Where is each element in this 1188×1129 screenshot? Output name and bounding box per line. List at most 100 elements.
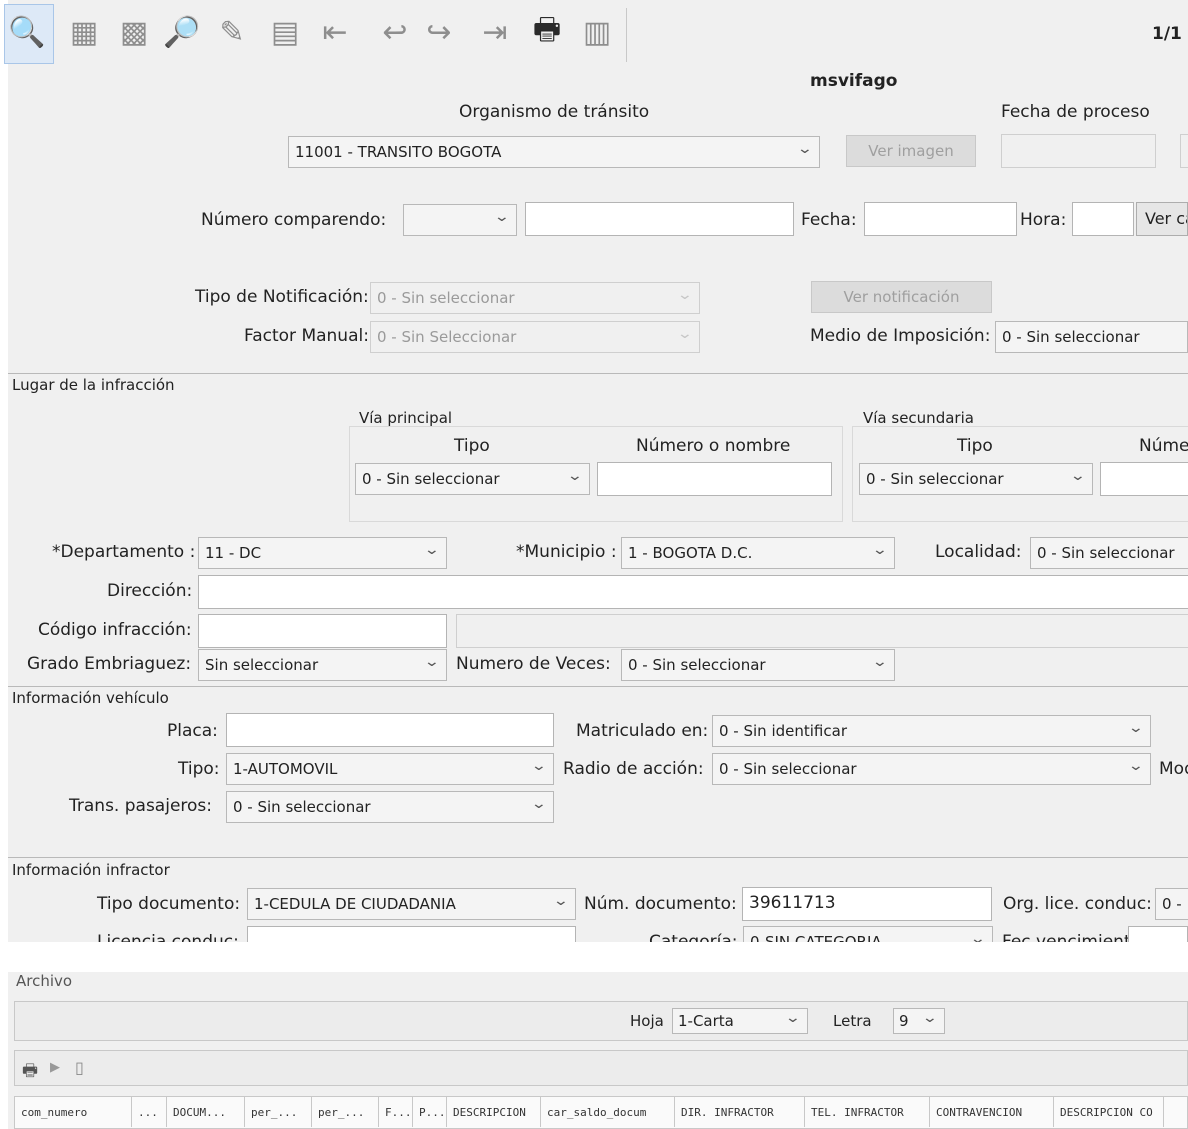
- via-secundaria-tipo-select[interactable]: 0 - Sin seleccionar ⌄: [859, 463, 1093, 495]
- tipo-documento-select[interactable]: 1-CEDULA DE CIUDADANIA ⌄: [247, 888, 576, 920]
- grado-embriaguez-label: Grado Embriaguez:: [27, 654, 192, 674]
- medio-imposicion-select[interactable]: 0 - Sin seleccionar: [995, 321, 1188, 353]
- numero-comparendo-input[interactable]: [525, 202, 794, 236]
- ver-comparendo-button[interactable]: Ver ca: [1136, 202, 1188, 236]
- chevron-down-icon: ⌄: [921, 1010, 939, 1026]
- codigo-infraccion-input[interactable]: [198, 614, 447, 648]
- fecha-proceso-field[interactable]: [1001, 134, 1156, 168]
- localidad-select[interactable]: 0 - Sin seleccionar: [1030, 537, 1188, 569]
- placa-label: Placa:: [167, 721, 218, 741]
- first-icon[interactable]: ⇤: [318, 12, 352, 52]
- search-doc-icon[interactable]: 🔎: [163, 12, 200, 52]
- grid-column-header[interactable]: F...: [379, 1097, 413, 1127]
- comparendo-prefix-select[interactable]: ⌄: [403, 204, 517, 236]
- last-icon[interactable]: ⇥: [478, 12, 512, 52]
- play-icon[interactable]: ▶: [50, 1060, 60, 1075]
- fecha-input[interactable]: [864, 202, 1017, 236]
- letra-select[interactable]: 9 ⌄: [893, 1008, 945, 1034]
- list-icon[interactable]: ▤: [268, 12, 302, 52]
- next-icon[interactable]: ↪: [422, 12, 456, 52]
- grid-column-header[interactable]: per_...: [245, 1097, 312, 1127]
- ver-imagen-button[interactable]: Ver imagen: [846, 135, 976, 167]
- grid-column-header[interactable]: DIR. INFRACTOR: [675, 1097, 805, 1127]
- chevron-down-icon: ⌄: [530, 758, 548, 774]
- tipo-notificacion-select[interactable]: 0 - Sin seleccionar ⌄: [370, 282, 700, 314]
- via-principal-numero-input[interactable]: [597, 462, 832, 496]
- placa-input[interactable]: [226, 713, 554, 747]
- matriculado-value: 0 - Sin identificar: [719, 722, 847, 740]
- num-documento-input[interactable]: 39611713: [742, 887, 992, 921]
- letra-value: 9: [899, 1012, 909, 1030]
- numero-veces-value: 0 - Sin seleccionar: [628, 656, 766, 674]
- fec-vencimiento-label: Fec vencimiento:: [1002, 932, 1147, 942]
- municipio-select[interactable]: 1 - BOGOTA D.C. ⌄: [621, 537, 895, 569]
- departamento-select[interactable]: 11 - DC ⌄: [198, 537, 447, 569]
- factor-manual-select[interactable]: 0 - Sin Seleccionar ⌄: [370, 321, 700, 353]
- via-secundaria-numero-label: Núme: [1139, 436, 1188, 456]
- printer-icon[interactable]: 🖶: [22, 1058, 38, 1087]
- tipo-documento-label: Tipo documento:: [97, 894, 241, 914]
- grid-column-header[interactable]: car_saldo_docum: [541, 1097, 675, 1127]
- toolbar-divider: [626, 8, 627, 62]
- grid-column-header[interactable]: CONTRAVENCION: [930, 1097, 1054, 1127]
- grid-column-header[interactable]: per_...: [312, 1097, 379, 1127]
- grid-column-header[interactable]: DOCUM...: [167, 1097, 245, 1127]
- via-principal-numero-label: Número o nombre: [636, 436, 791, 456]
- via-secundaria-tipo-value: 0 - Sin seleccionar: [866, 470, 1004, 488]
- hora-input[interactable]: [1072, 202, 1134, 236]
- tipo-vehiculo-select[interactable]: 1-AUTOMOVIL ⌄: [226, 753, 554, 785]
- toolbar: 🔍 ▦ ▩ 🔎 ✎ ▤ ⇤ ↩ ↪ ⇥ 🖶 ▥ 1/1: [0, 0, 1188, 66]
- grid-column-header[interactable]: TEL. INFRACTOR: [805, 1097, 930, 1127]
- departamento-label: *Departamento :: [52, 542, 196, 562]
- grado-embriaguez-select[interactable]: Sin seleccionar ⌄: [198, 649, 447, 681]
- categoria-label: Categoría:: [649, 932, 738, 942]
- chart-icon[interactable]: ▦: [67, 12, 101, 52]
- trans-pasajeros-select[interactable]: 0 - Sin seleccionar ⌄: [226, 791, 554, 823]
- ver-notificacion-button[interactable]: Ver notificación: [811, 281, 992, 313]
- report-icon[interactable]: ▥: [580, 12, 614, 52]
- direccion-input[interactable]: [198, 575, 1188, 609]
- matriculado-select[interactable]: 0 - Sin identificar ⌄: [712, 715, 1151, 747]
- vehiculo-section-title: Información vehículo: [12, 689, 169, 707]
- fec-vencimiento-input[interactable]: [1128, 926, 1188, 942]
- numero-veces-select[interactable]: 0 - Sin seleccionar ⌄: [621, 649, 895, 681]
- licencia-conduc-input[interactable]: [247, 926, 576, 942]
- query-icon[interactable]: 🔍: [8, 12, 45, 52]
- num-documento-label: Núm. documento:: [584, 894, 737, 914]
- org-licencia-select[interactable]: 0 -: [1155, 888, 1188, 920]
- matriculado-label: Matriculado en:: [576, 721, 709, 741]
- grado-embriaguez-value: Sin seleccionar: [205, 656, 319, 674]
- licencia-conduc-label: Licencia conduc:: [97, 932, 239, 942]
- page-indicator: 1/1: [1152, 24, 1182, 44]
- prev-icon[interactable]: ↩: [378, 12, 412, 52]
- codigo-infraccion-descripcion: [456, 614, 1188, 648]
- fecha-proceso-label: Fecha de proceso: [1001, 102, 1150, 122]
- chevron-down-icon: ⌄: [552, 893, 570, 909]
- export-icon[interactable]: ▯: [75, 1058, 84, 1077]
- hoja-select[interactable]: 1-Carta ⌄: [672, 1008, 808, 1034]
- localidad-label: Localidad:: [935, 542, 1022, 562]
- fecha-proceso-extra[interactable]: [1180, 134, 1188, 168]
- categoria-select[interactable]: 0-SIN CATEGORIA ⌄: [743, 926, 993, 942]
- via-principal-tipo-value: 0 - Sin seleccionar: [362, 470, 500, 488]
- via-principal-tipo-select[interactable]: 0 - Sin seleccionar ⌄: [355, 463, 590, 495]
- archivo-toolbar: [14, 1050, 1188, 1086]
- numero-veces-label: Numero de Veces:: [456, 654, 611, 674]
- save-icon[interactable]: ▩: [117, 12, 151, 52]
- grid-column-header[interactable]: DESCRIPCION CO: [1054, 1097, 1164, 1127]
- via-secundaria-tipo-label: Tipo: [957, 436, 993, 456]
- chevron-down-icon: ⌄: [493, 209, 511, 225]
- municipio-label: *Municipio :: [516, 542, 617, 562]
- print-icon[interactable]: 🖶: [530, 12, 564, 52]
- organismo-select[interactable]: 11001 - TRANSITO BOGOTA ⌄: [288, 136, 820, 168]
- grid-column-header[interactable]: DESCRIPCION: [447, 1097, 541, 1127]
- grid-column-header[interactable]: com_numero: [15, 1097, 132, 1127]
- organismo-label: Organismo de tránsito: [459, 102, 650, 122]
- via-secundaria-numero-input[interactable]: [1100, 462, 1188, 496]
- grid-column-header[interactable]: ...: [132, 1097, 167, 1127]
- grid-column-header[interactable]: P...: [413, 1097, 447, 1127]
- radio-accion-select[interactable]: 0 - Sin seleccionar ⌄: [712, 753, 1151, 785]
- hora-label: Hora:: [1020, 210, 1067, 230]
- tipo-documento-value: 1-CEDULA DE CIUDADANIA: [254, 895, 456, 913]
- edit-icon[interactable]: ✎: [215, 12, 249, 52]
